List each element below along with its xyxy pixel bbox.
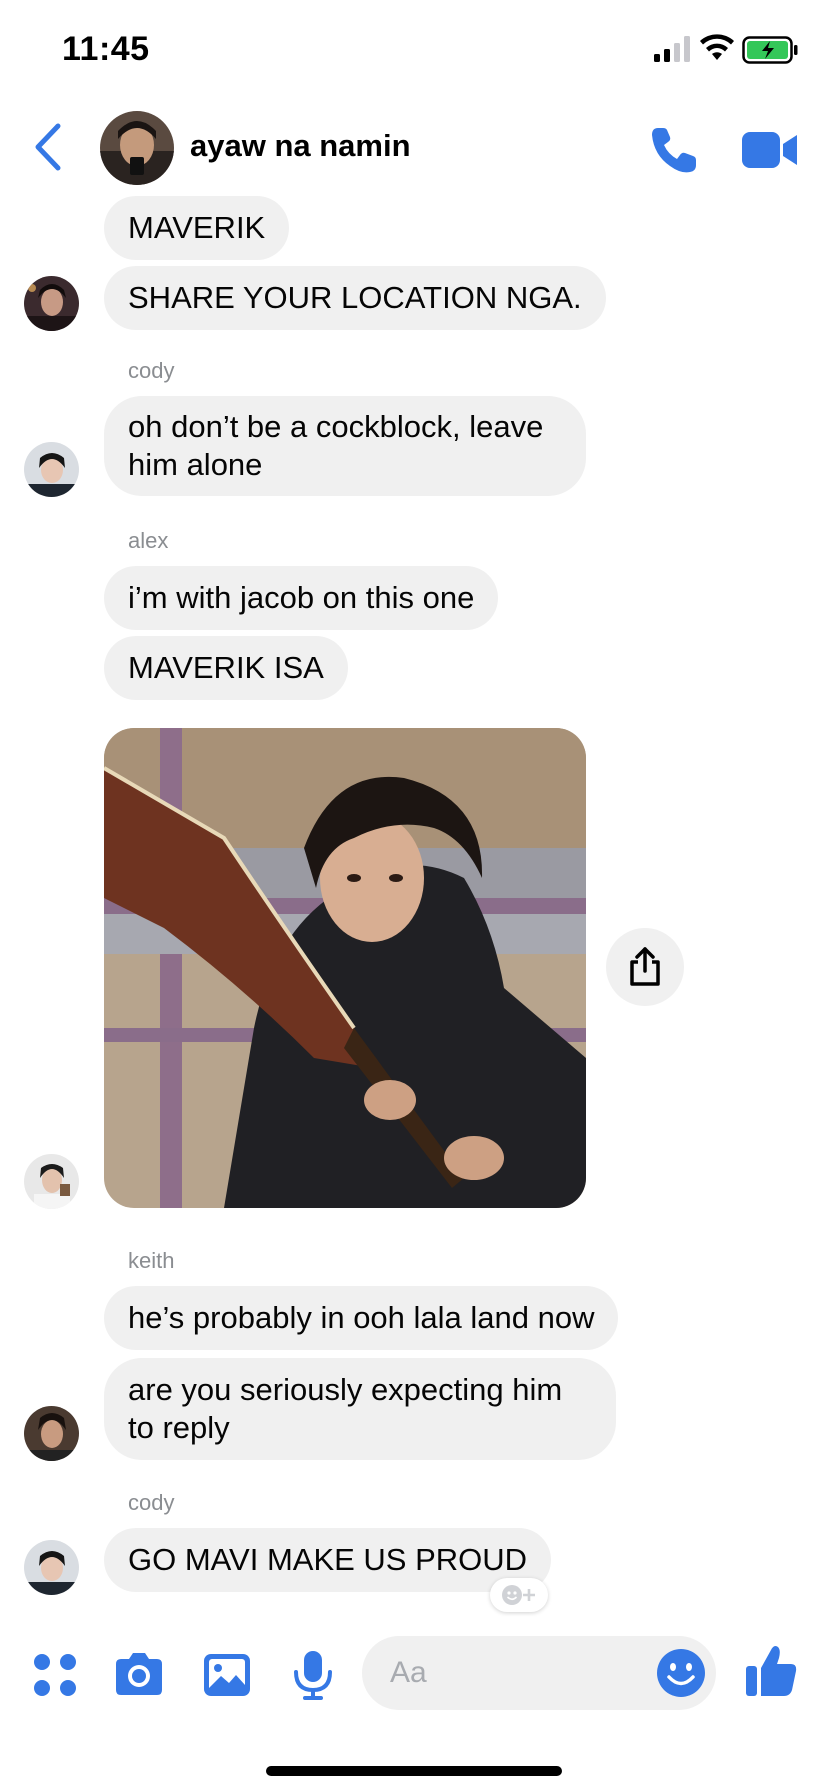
avatar[interactable] bbox=[24, 1540, 79, 1595]
microphone-icon[interactable] bbox=[286, 1648, 340, 1702]
emoji-icon[interactable] bbox=[656, 1648, 706, 1698]
sender-name: cody bbox=[128, 358, 175, 383]
back-chevron-icon[interactable] bbox=[30, 122, 66, 172]
apps-grid-icon[interactable] bbox=[28, 1648, 82, 1702]
share-button[interactable] bbox=[606, 928, 684, 1006]
message-bubble[interactable]: oh don’t be a cockblock, leave him alone bbox=[104, 396, 586, 496]
battery-charging-icon bbox=[742, 36, 798, 64]
message-bubble[interactable]: SHARE YOUR LOCATION NGA. bbox=[104, 266, 606, 330]
thumbs-up-icon[interactable] bbox=[744, 1642, 798, 1698]
add-reaction-icon bbox=[502, 1585, 535, 1605]
add-reaction-button[interactable] bbox=[490, 1578, 548, 1612]
shared-photo[interactable] bbox=[104, 728, 586, 1208]
sender-name: cody bbox=[128, 1490, 175, 1515]
cellular-signal-icon bbox=[654, 36, 690, 62]
camera-icon[interactable] bbox=[112, 1648, 166, 1702]
conversation-title[interactable]: ayaw na namin bbox=[190, 128, 411, 164]
message-bubble[interactable]: he’s probably in ooh lala land now bbox=[104, 1286, 619, 1350]
share-icon bbox=[630, 947, 660, 986]
message-input[interactable] bbox=[390, 1636, 630, 1710]
message-bubble[interactable]: MAVERIK ISA bbox=[104, 636, 348, 700]
avatar[interactable] bbox=[24, 1154, 79, 1209]
avatar[interactable] bbox=[24, 442, 79, 497]
phone-icon[interactable] bbox=[648, 124, 700, 176]
video-camera-icon[interactable] bbox=[742, 128, 798, 172]
message-bubble[interactable]: i’m with jacob on this one bbox=[104, 566, 499, 630]
sender-name: alex bbox=[128, 528, 169, 553]
gallery-icon[interactable] bbox=[200, 1648, 254, 1702]
avatar[interactable] bbox=[24, 276, 79, 331]
message-bubble[interactable]: are you seriously expecting him to reply bbox=[104, 1358, 616, 1460]
home-indicator bbox=[266, 1766, 562, 1776]
sender-name: keith bbox=[128, 1248, 175, 1273]
avatar[interactable] bbox=[24, 1406, 79, 1461]
wifi-icon bbox=[700, 34, 734, 60]
message-bubble[interactable]: GO MAVI MAKE US PROUD bbox=[104, 1528, 552, 1592]
message-bubble[interactable]: MAVERIK bbox=[104, 196, 290, 260]
status-bar: 11:45 bbox=[0, 0, 828, 100]
group-avatar[interactable] bbox=[100, 111, 174, 185]
status-time: 11:45 bbox=[62, 30, 150, 68]
